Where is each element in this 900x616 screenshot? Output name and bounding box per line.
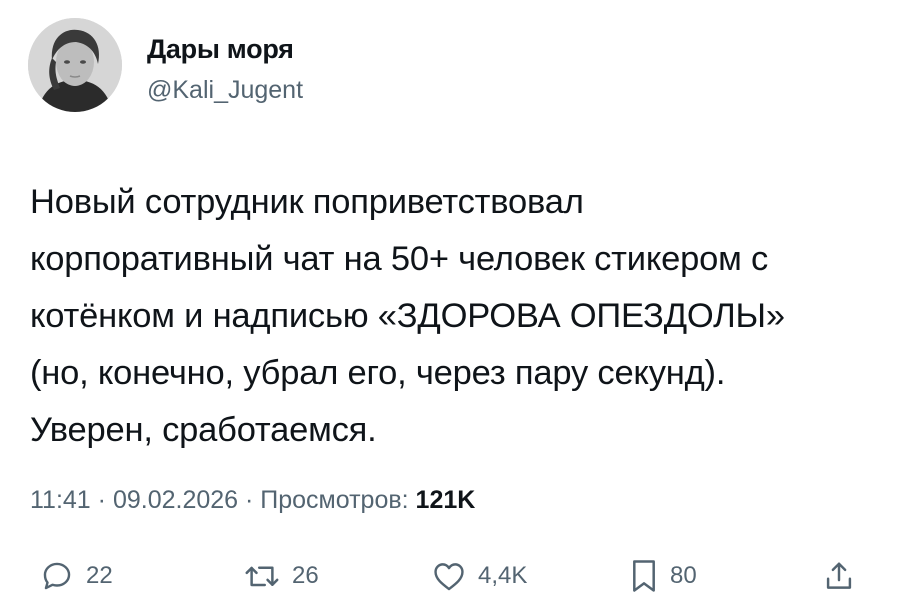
share-button[interactable] (824, 552, 854, 600)
reply-button[interactable]: 22 (40, 552, 113, 600)
heart-icon (434, 563, 464, 591)
tweet-text-line: корпоративный чат на 50+ человек стикеро… (30, 240, 769, 278)
tweet-date[interactable]: 09.02.2026 (113, 486, 238, 514)
tweet-text-line: (но, конечно, убрал его, через пару секу… (30, 354, 726, 392)
tweet-text: Новый сотрудник поприветствовал корпорат… (30, 174, 880, 459)
bookmark-count: 80 (670, 562, 697, 589)
reply-count: 22 (86, 562, 113, 589)
meta-separator: · (90, 486, 113, 514)
bookmark-icon (633, 560, 655, 592)
tweet-text-line: котёнком и надписью «ЗДОРОВА ОПЕЗДОЛЫ» (30, 297, 785, 335)
like-button[interactable]: 4,4K (432, 552, 527, 600)
tweet-meta: 11:41 · 09.02.2026 · Просмотров: 121K (30, 486, 475, 515)
tweet-text-line: Новый сотрудник поприветствовал (30, 183, 584, 221)
avatar-image (28, 18, 122, 112)
retweet-icon (245, 566, 279, 587)
reply-icon (43, 562, 71, 590)
share-icon (826, 562, 852, 589)
action-bar: 22 26 4,4K 80 (0, 552, 900, 600)
tweet-card: Дары моря @Kali_Jugent Новый сотрудник п… (0, 0, 900, 616)
avatar[interactable] (28, 18, 122, 112)
author-display-name[interactable]: Дары моря (147, 34, 294, 65)
like-count: 4,4K (478, 562, 528, 589)
bookmark-button[interactable]: 80 (630, 552, 697, 600)
retweet-count: 26 (292, 562, 319, 589)
views-count: 121K (415, 486, 476, 514)
tweet-text-line: Уверен, сработаемся. (30, 411, 377, 449)
retweet-button[interactable]: 26 (244, 552, 319, 600)
author-handle[interactable]: @Kali_Jugent (147, 76, 303, 105)
views-label: Просмотров: (260, 486, 409, 514)
meta-separator: · (238, 486, 261, 514)
tweet-time[interactable]: 11:41 (30, 486, 91, 514)
